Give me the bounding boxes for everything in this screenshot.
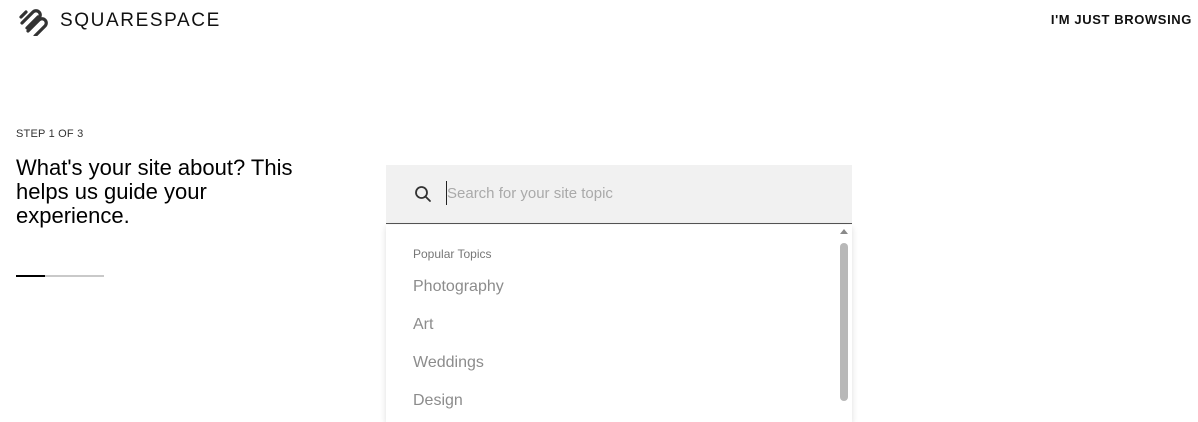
topic-item-art[interactable]: Art	[413, 315, 504, 353]
squarespace-logo-icon	[19, 9, 48, 36]
brand-logo[interactable]: SQUARESPACE	[16, 6, 221, 36]
popular-topics-heading: Popular Topics	[413, 247, 492, 261]
topic-item-photography[interactable]: Photography	[413, 277, 504, 315]
scrollbar-thumb[interactable]	[840, 243, 848, 401]
scroll-up-arrow-icon[interactable]	[840, 229, 848, 234]
progress-bar-fill	[16, 275, 46, 277]
dropdown-scrollbar[interactable]	[839, 229, 849, 422]
progress-bar	[16, 275, 104, 277]
page-headline: What's your site about? This helps us gu…	[16, 155, 293, 228]
brand-name: SQUARESPACE	[60, 10, 221, 31]
topic-item-design[interactable]: Design	[413, 391, 504, 422]
search-box[interactable]	[386, 165, 852, 224]
topic-item-weddings[interactable]: Weddings	[413, 353, 504, 391]
topics-list: Photography Art Weddings Design	[413, 277, 504, 422]
just-browsing-link[interactable]: I'M JUST BROWSING	[1051, 12, 1192, 27]
step-indicator: STEP 1 OF 3	[16, 128, 84, 140]
topics-dropdown: Popular Topics Photography Art Weddings …	[386, 225, 852, 422]
search-input[interactable]	[446, 181, 827, 205]
search-icon	[415, 186, 431, 202]
